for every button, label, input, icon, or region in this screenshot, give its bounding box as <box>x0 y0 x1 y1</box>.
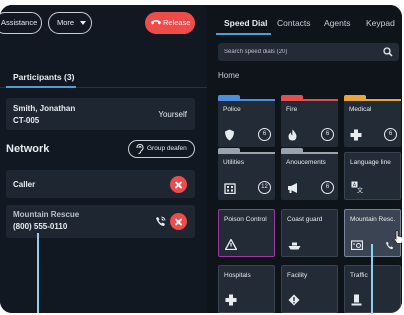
folder-accent <box>344 99 401 101</box>
tab-participants[interactable]: Participants (3) <box>13 72 74 82</box>
folder-accent <box>218 99 275 101</box>
mountain-rescue-row: Mountain Rescue (800) 555-0110 <box>6 205 195 238</box>
tile-label: Language line <box>350 159 391 166</box>
tab-keypad[interactable]: Keypad <box>366 18 395 28</box>
bollard-icon <box>351 294 362 306</box>
folder-count: 6 <box>321 128 334 141</box>
folder-accent <box>281 99 338 101</box>
drop-rescue-button[interactable] <box>170 213 187 230</box>
folder-police[interactable]: Police 6 <box>218 95 275 147</box>
search-icon[interactable] <box>383 47 393 57</box>
participant-code: CT-005 <box>13 116 40 125</box>
flame-icon <box>288 129 297 141</box>
tab-agents[interactable]: Agents <box>324 18 350 28</box>
tile-label: Facility <box>287 272 308 279</box>
yourself-tag: Yourself <box>158 110 187 119</box>
tile-label: Mountain Resc. <box>350 216 396 223</box>
call-panel: Assistance More Release Participants (3)… <box>0 5 207 313</box>
folder-medical[interactable]: Medical 6 <box>344 95 401 147</box>
ear-icon <box>136 144 144 154</box>
tile-label: Hospitals <box>224 272 251 279</box>
release-label: Release <box>163 18 191 27</box>
tile-coast-guard[interactable]: Coast guard <box>281 209 338 257</box>
ringing-phone-icon <box>156 216 166 226</box>
active-tab-indicator <box>216 33 271 35</box>
breadcrumb[interactable]: Home <box>218 71 239 80</box>
more-label: More <box>57 18 75 27</box>
folder-label: Anoucements <box>286 159 326 166</box>
folder-label: Police <box>223 106 241 113</box>
tab-speed-dial[interactable]: Speed Dial <box>224 18 267 28</box>
building-icon <box>224 183 236 194</box>
more-button[interactable]: More <box>48 12 92 34</box>
folder-label: Fire <box>286 106 298 113</box>
tile-language-line[interactable]: Language line A文 <box>344 152 401 200</box>
shield-icon <box>225 129 234 141</box>
directory-tabs: Speed Dial Contacts Agents Keypad <box>207 5 402 38</box>
radio-icon <box>351 240 363 250</box>
folder-fire[interactable]: Fire 6 <box>281 95 338 147</box>
warning-icon <box>225 239 237 250</box>
tile-poison-control[interactable]: Poison Control <box>218 209 275 257</box>
tile-label: Traffic <box>350 272 368 279</box>
app-frame: Assistance More Release Participants (3)… <box>0 5 402 313</box>
rescue-phone: (800) 555-0110 <box>13 222 68 231</box>
assistance-button[interactable]: Assistance <box>0 12 42 34</box>
group-deafen-button[interactable]: Group deafen <box>128 140 195 158</box>
tile-label: Poison Control <box>224 216 267 223</box>
tile-facility[interactable]: Facility <box>281 265 338 313</box>
folder-count: 12 <box>258 181 271 194</box>
hangup-icon <box>151 20 161 25</box>
folder-count: 6 <box>384 128 397 141</box>
tile-label: Coast guard <box>287 216 323 223</box>
search-input[interactable] <box>224 47 374 57</box>
chevron-down-icon <box>80 21 87 26</box>
call-toolbar: Assistance More Release <box>0 12 207 34</box>
translate-icon: A文 <box>351 181 363 193</box>
folder-count: 6 <box>258 128 271 141</box>
folder-accent <box>218 152 275 154</box>
callout-pointer-left <box>37 233 39 313</box>
participant-name: Smith, Jonathan <box>13 104 76 113</box>
network-heading: Network <box>6 143 50 155</box>
cross-icon <box>350 129 362 141</box>
folder-utilities[interactable]: Utilities 12 <box>218 148 275 200</box>
active-tab-indicator <box>6 86 76 88</box>
svg-text:文: 文 <box>357 187 363 194</box>
rescue-name: Mountain Rescue <box>13 210 80 219</box>
folder-anoucements[interactable]: Anoucements 6 <box>281 148 338 200</box>
folder-accent <box>281 152 338 154</box>
megaphone-icon <box>288 183 297 193</box>
folder-label: Utilities <box>223 159 244 166</box>
alert-diamond-icon <box>288 294 300 306</box>
caller-label: Caller <box>13 180 36 189</box>
caller-row: Caller <box>6 170 195 198</box>
self-participant-card: Smith, Jonathan CT-005 Yourself <box>6 98 195 130</box>
folder-label: Medical <box>349 106 372 113</box>
tab-contacts[interactable]: Contacts <box>277 18 311 28</box>
callout-pointer-right <box>371 244 373 314</box>
group-deafen-label: Group deafen <box>147 145 187 152</box>
drop-caller-button[interactable] <box>170 176 187 193</box>
cross-icon <box>225 294 237 306</box>
hand-cursor-icon <box>393 230 402 244</box>
speed-dial-search <box>218 43 399 61</box>
folder-count: 6 <box>321 181 334 194</box>
boat-icon <box>288 242 301 250</box>
tile-hospitals[interactable]: Hospitals <box>218 265 275 313</box>
release-button[interactable]: Release <box>145 12 195 34</box>
assistance-label: Assistance <box>1 18 38 27</box>
